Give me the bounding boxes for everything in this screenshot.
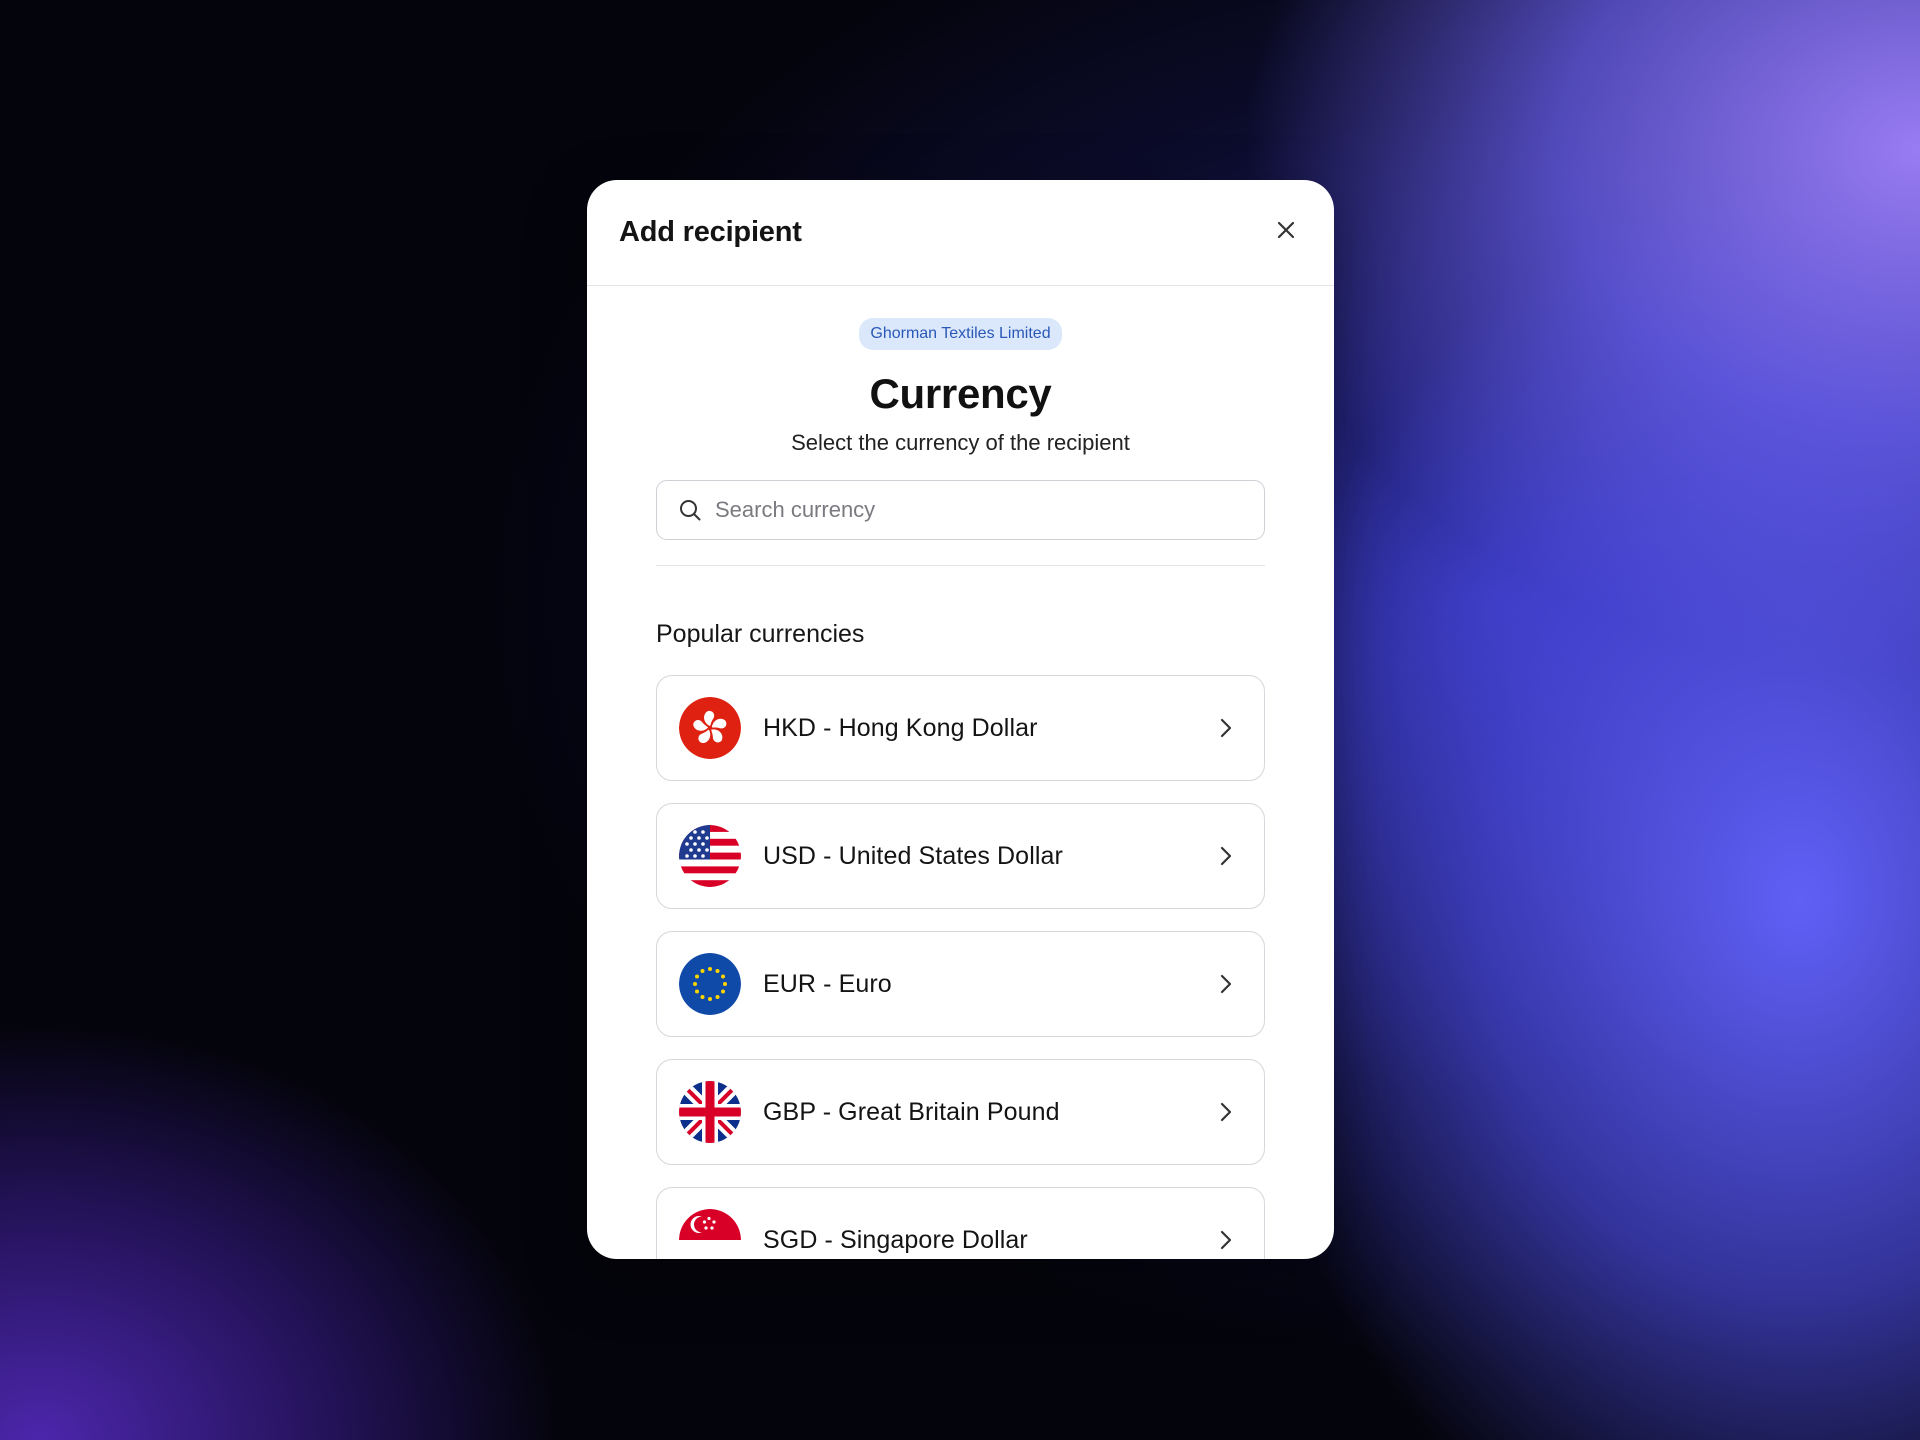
close-button[interactable] (1264, 211, 1308, 255)
currency-item-eur[interactable]: EUR - Euro (656, 931, 1265, 1037)
chevron-right-icon (1214, 844, 1238, 868)
modal-header: Add recipient (587, 180, 1334, 286)
united-states-flag-icon (679, 825, 741, 887)
currency-label: EUR - Euro (763, 969, 892, 998)
search-input[interactable] (715, 497, 1244, 523)
hong-kong-flag-icon (679, 697, 741, 759)
currency-label: SGD - Singapore Dollar (763, 1225, 1028, 1254)
currency-label: USD - United States Dollar (763, 841, 1063, 870)
currency-item-hkd[interactable]: HKD - Hong Kong Dollar (656, 675, 1265, 781)
currency-label: HKD - Hong Kong Dollar (763, 713, 1038, 742)
currency-item-gbp[interactable]: GBP - Great Britain Pound (656, 1059, 1265, 1165)
singapore-flag-icon (679, 1209, 741, 1259)
currency-item-sgd[interactable]: SGD - Singapore Dollar (656, 1187, 1265, 1259)
popular-currencies-label: Popular currencies (656, 620, 865, 648)
chevron-right-icon (1214, 1228, 1238, 1252)
divider (656, 565, 1265, 566)
search-icon (677, 497, 703, 523)
united-kingdom-flag-icon (679, 1081, 741, 1143)
company-badge: Ghorman Textiles Limited (859, 318, 1062, 350)
currency-label: GBP - Great Britain Pound (763, 1097, 1060, 1126)
currency-list: HKD - Hong Kong Dollar USD - United Stat… (656, 675, 1265, 1259)
search-box[interactable] (656, 480, 1265, 540)
currency-item-usd[interactable]: USD - United States Dollar (656, 803, 1265, 909)
european-union-flag-icon (679, 953, 741, 1015)
modal-body: Ghorman Textiles Limited Currency Select… (587, 286, 1334, 1259)
add-recipient-modal: Add recipient Ghorman Textiles Limited C… (587, 180, 1334, 1259)
chevron-right-icon (1214, 1100, 1238, 1124)
chevron-right-icon (1214, 716, 1238, 740)
page-subtitle: Select the currency of the recipient (791, 430, 1130, 455)
chevron-right-icon (1214, 972, 1238, 996)
page-title: Currency (869, 370, 1052, 417)
close-icon (1275, 219, 1297, 246)
modal-title: Add recipient (619, 216, 802, 248)
